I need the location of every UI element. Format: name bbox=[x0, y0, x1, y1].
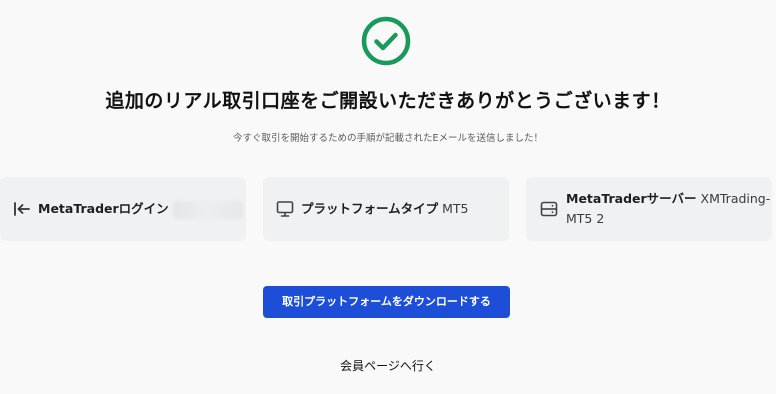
server-value-line2: MT5 2 bbox=[566, 211, 605, 226]
download-platform-button[interactable]: 取引プラットフォームをダウンロードする bbox=[263, 286, 510, 318]
platform-value: MT5 bbox=[442, 201, 469, 216]
login-label: MetaTraderログイン bbox=[38, 201, 169, 216]
server-icon bbox=[539, 199, 559, 219]
member-page-link[interactable]: 会員ページへ行く bbox=[0, 357, 776, 374]
login-value-redacted bbox=[172, 200, 243, 219]
login-arrow-icon bbox=[12, 199, 32, 219]
platform-card: プラットフォームタイプ MT5 bbox=[263, 177, 509, 241]
login-card: MetaTraderログイン bbox=[0, 177, 246, 241]
confirmation-message: 今すぐ取引を開始するための手順が記載されたEメールを送信しました！ bbox=[232, 133, 543, 144]
monitor-icon bbox=[275, 199, 295, 219]
server-label: MetaTraderサーバー bbox=[566, 191, 697, 206]
platform-label: プラットフォームタイプ bbox=[301, 201, 439, 216]
check-circle-icon bbox=[361, 16, 411, 66]
server-card: MetaTraderサーバー XMTrading- MT5 2 bbox=[526, 177, 772, 241]
page-title: 追加のリアル取引口座をご開設いただきありがとうございます！ bbox=[105, 90, 671, 112]
server-value-line1: XMTrading- bbox=[700, 191, 771, 206]
